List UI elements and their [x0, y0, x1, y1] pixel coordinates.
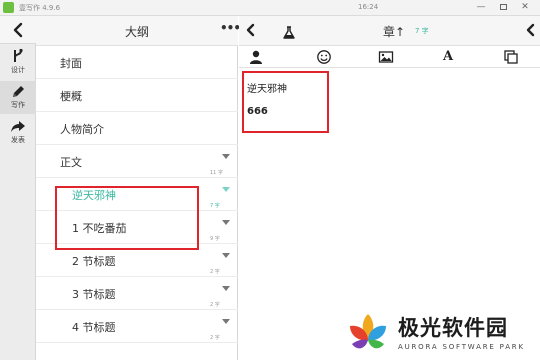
copy-icon: [504, 50, 518, 64]
image-icon: [378, 51, 394, 63]
expand-arrow-icon[interactable]: [222, 187, 230, 192]
outline-item-section-4[interactable]: 4 节标题 2 字: [36, 310, 238, 343]
outline-item-section-3[interactable]: 3 节标题 2 字: [36, 277, 238, 310]
outline-item-cover[interactable]: 封面: [36, 46, 238, 79]
outline-item-label: 封面: [60, 57, 82, 70]
outline-item-label: 正文: [60, 156, 82, 169]
outline-item-label: 梗概: [60, 90, 82, 103]
emoji-icon: [317, 50, 331, 64]
outline-item-label: 人物简介: [60, 123, 104, 136]
insert-character-button[interactable]: [248, 49, 264, 65]
expand-arrow-icon[interactable]: [222, 286, 230, 291]
maximize-button[interactable]: [494, 1, 512, 14]
copy-button[interactable]: [503, 49, 519, 65]
word-count: 2 字: [210, 335, 220, 341]
flask-button[interactable]: [283, 24, 295, 43]
editor-toolbar: A: [239, 46, 540, 68]
app-title: 壹写作 4.9.6: [19, 4, 61, 12]
nav-label-write: 写作: [11, 101, 25, 109]
outline-item-label: 2 节标题: [72, 255, 116, 268]
chevron-left-icon: [526, 23, 535, 37]
expand-arrow-icon[interactable]: [222, 319, 230, 324]
minimize-button[interactable]: —: [472, 1, 490, 14]
nav-label-publish: 发表: [11, 136, 25, 144]
fork-icon: [14, 48, 23, 62]
pencil-icon: [13, 86, 24, 97]
app-logo-icon: [3, 2, 14, 13]
editor-word-count: 7 字: [415, 27, 429, 35]
outline-title: 大纲: [124, 25, 149, 39]
editor-back-button[interactable]: [245, 22, 257, 42]
word-count: 11 字: [210, 170, 223, 176]
word-count: 2 字: [210, 302, 220, 308]
title-bar: 壹写作 4.9.6 16:24 — ✕: [0, 0, 540, 16]
nav-item-publish[interactable]: 发表: [0, 116, 36, 149]
outline-item-label: 4 节标题: [72, 321, 116, 334]
highlight-box: [242, 71, 329, 133]
insert-image-button[interactable]: [378, 49, 394, 65]
nav-label-design: 设计: [11, 66, 25, 74]
font-button[interactable]: A: [440, 49, 456, 65]
outline-item-characters[interactable]: 人物简介: [36, 112, 238, 145]
nav-item-write[interactable]: 写作: [0, 81, 36, 114]
close-button[interactable]: ✕: [516, 1, 534, 14]
highlight-box: [55, 186, 199, 250]
outline-item-main-text[interactable]: 正文 11 字: [36, 145, 238, 178]
word-count: 2 字: [210, 269, 220, 275]
word-count: 9 字: [210, 236, 220, 242]
outline-header: 大纲 •••: [36, 16, 241, 46]
expand-arrow-icon[interactable]: [222, 154, 230, 159]
more-menu-button[interactable]: •••: [220, 21, 241, 35]
nav-back-button[interactable]: [0, 16, 36, 44]
watermark-subtitle: AURORA SOFTWARE PARK: [398, 343, 525, 351]
collapse-panel-button[interactable]: [525, 22, 537, 42]
aurora-logo-icon: [350, 314, 386, 349]
insert-emoji-button[interactable]: [316, 49, 332, 65]
outline-item-synopsis[interactable]: 梗概: [36, 79, 238, 112]
word-count: 7 字: [210, 203, 220, 209]
expand-arrow-icon[interactable]: [222, 253, 230, 258]
watermark-brand: 极光软件园: [398, 316, 508, 340]
editor-header: 章↑ 7 字: [239, 16, 540, 46]
person-icon: [250, 50, 262, 64]
chevron-left-icon: [13, 22, 23, 38]
flask-icon: [283, 26, 295, 39]
maximize-icon: [499, 4, 507, 10]
share-icon: [11, 121, 25, 132]
chevron-left-icon: [246, 23, 255, 37]
side-nav: 设计 写作 发表: [0, 16, 36, 360]
watermark: 极光软件园 AURORA SOFTWARE PARK: [340, 308, 540, 360]
expand-arrow-icon[interactable]: [222, 220, 230, 225]
outline-item-label: 3 节标题: [72, 288, 116, 301]
clock: 16:24: [358, 3, 379, 11]
chapter-sort-button[interactable]: 章↑: [383, 23, 405, 40]
nav-item-design[interactable]: 设计: [0, 46, 36, 79]
